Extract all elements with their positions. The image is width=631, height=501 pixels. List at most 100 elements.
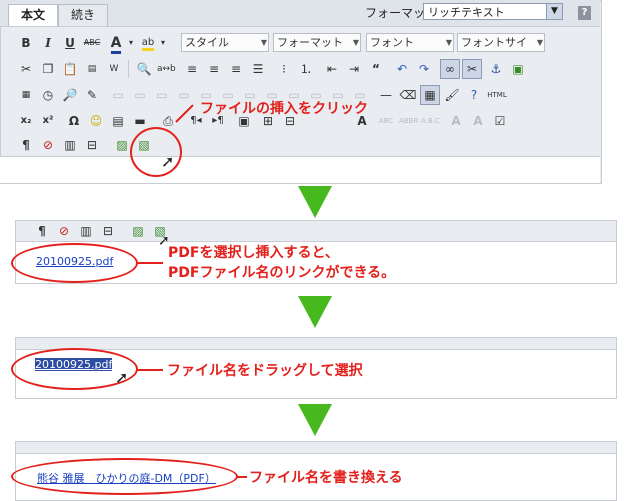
toolbar-separator <box>128 60 129 78</box>
edit-icon[interactable]: ✎ <box>82 85 102 105</box>
format-select-value: リッチテキスト <box>428 6 505 19</box>
numbered-list-icon[interactable]: ⒈ <box>296 59 316 79</box>
chevron-down-icon: ▼ <box>445 38 452 47</box>
calendar-icon[interactable]: ▦ <box>16 85 36 105</box>
chevron-down-icon[interactable]: ▾ <box>158 33 168 53</box>
split-icon[interactable]: ⊟ <box>82 135 102 155</box>
paste-text-icon[interactable]: ▤ <box>82 59 102 79</box>
ins-icon[interactable]: A <box>468 111 488 131</box>
eraser-icon[interactable]: ⌫ <box>398 85 418 105</box>
bold-icon[interactable]: B <box>16 33 36 53</box>
underline-icon[interactable]: U <box>60 33 80 53</box>
special-char-icon[interactable]: Ω <box>64 111 84 131</box>
chevron-down-icon: ▼ <box>260 38 267 47</box>
format-dropdown[interactable]: フォーマット ▼ <box>273 33 361 52</box>
format-select[interactable]: リッチテキスト ▼ <box>423 3 563 20</box>
del-icon[interactable]: A <box>446 111 466 131</box>
horizontal-rule-icon[interactable]: — <box>376 85 396 105</box>
font-size-dropdown[interactable]: フォントサイ ▼ <box>457 33 545 52</box>
paste-icon[interactable]: 📋 <box>60 59 80 79</box>
tab-body[interactable]: 本文 <box>8 4 58 26</box>
emoticon-icon[interactable]: ☺ <box>86 111 106 131</box>
editor-content-area[interactable] <box>0 156 600 183</box>
anchor-icon[interactable]: ⚓ <box>486 59 506 79</box>
align-left-icon[interactable]: ≡ <box>182 59 202 79</box>
style-dropdown[interactable]: スタイル ▼ <box>181 33 269 52</box>
text-color-icon[interactable]: A <box>106 33 126 54</box>
pagebreak-icon[interactable]: ▥ <box>76 221 96 241</box>
arrow-down-icon <box>298 404 332 436</box>
copy-icon[interactable]: ❐ <box>38 59 58 79</box>
arrow-down-icon <box>298 296 332 328</box>
cut-icon[interactable]: ✂ <box>16 59 36 79</box>
preview-icon[interactable]: 🔎 <box>60 85 80 105</box>
strikethrough-icon[interactable]: ABC <box>82 33 102 53</box>
align-center-icon[interactable]: ≡ <box>204 59 224 79</box>
help-icon[interactable]: ? <box>464 85 484 105</box>
callout-leader <box>137 369 163 371</box>
blockquote-icon[interactable]: “ <box>366 59 386 79</box>
superscript-icon[interactable]: x² <box>38 111 58 131</box>
paragraph-icon[interactable]: ¶ <box>32 221 52 241</box>
highlight-ring-renamed-link <box>11 458 238 495</box>
help-button[interactable]: ? <box>578 6 591 20</box>
paragraph-icon[interactable]: ¶ <box>16 135 36 155</box>
attribs-icon[interactable]: A.B.C <box>420 111 440 131</box>
callout-leader <box>137 262 163 264</box>
editor-panel-toolbar: 本文 続き フォーマット: リッチテキスト ▼ ? B I U ABC A ▾ … <box>0 0 602 184</box>
image-icon[interactable]: ▣ <box>508 59 528 79</box>
editor-tabs: 本文 続き フォーマット: リッチテキスト ▼ ? <box>0 0 600 27</box>
toolbar-strip <box>16 338 616 350</box>
replace-icon[interactable]: a↔b <box>156 59 176 79</box>
callout-step-3: ファイル名をドラッグして選択 <box>167 363 363 379</box>
acronym-icon[interactable]: ABBR <box>398 111 418 131</box>
callout-step-4: ファイル名を書き換える <box>249 470 403 486</box>
arrow-down-icon <box>298 186 332 218</box>
style-dropdown-label: スタイル <box>185 36 229 49</box>
font-dropdown-label: フォント <box>370 36 414 49</box>
unlink-icon[interactable]: ✂ <box>462 59 482 79</box>
callout-step-1: ファイルの挿入をクリック <box>200 101 368 117</box>
align-justify-icon[interactable]: ☰ <box>248 59 268 79</box>
outdent-icon[interactable]: ⇤ <box>322 59 342 79</box>
subscript-icon[interactable]: x₂ <box>16 111 36 131</box>
insert-image-icon[interactable]: ▨ <box>128 221 148 241</box>
redo-icon[interactable]: ↷ <box>414 59 434 79</box>
cursor-icon: ➚ <box>158 233 170 249</box>
clock-icon[interactable]: ◷ <box>38 85 58 105</box>
tab-continued[interactable]: 続き <box>58 4 108 26</box>
cursor-icon: ➚ <box>161 152 175 171</box>
toolbar-strip: ¶ ⊘ ▥ ⊟ ▨ ▧ <box>16 221 616 242</box>
media-icon[interactable]: ▤ <box>108 111 128 131</box>
align-right-icon[interactable]: ≡ <box>226 59 246 79</box>
italic-icon[interactable]: I <box>38 33 58 53</box>
nonbreaking-icon[interactable]: ⊘ <box>38 135 58 155</box>
visual-aid-icon[interactable]: ☑ <box>490 111 510 131</box>
table-split-icon[interactable]: ▭ <box>174 85 194 105</box>
font-dropdown[interactable]: フォント ▼ <box>366 33 454 52</box>
brush-icon[interactable]: 🖌 <box>442 85 462 105</box>
html-icon[interactable]: HTML <box>486 85 508 105</box>
chevron-down-icon: ▼ <box>536 38 543 47</box>
indent-icon[interactable]: ⇥ <box>344 59 364 79</box>
split-icon[interactable]: ⊟ <box>98 221 118 241</box>
callout-step-2-line-2: PDFファイル名のリンクができる。 <box>168 265 396 281</box>
table-row-icon[interactable]: ▭ <box>108 85 128 105</box>
insert-image-icon[interactable]: ▨ <box>112 135 132 155</box>
paste-word-icon[interactable]: W <box>104 59 124 79</box>
font-size-dropdown-label: フォントサイ <box>461 36 527 49</box>
toolbar-strip <box>16 442 616 454</box>
chevron-down-icon[interactable]: ▾ <box>126 33 136 53</box>
callout-leader <box>237 476 247 478</box>
bulleted-list-icon[interactable]: ⁝ <box>274 59 294 79</box>
undo-icon[interactable]: ↶ <box>392 59 412 79</box>
highlight-color-icon[interactable]: ab <box>138 33 158 53</box>
pagebreak-icon[interactable]: ▥ <box>60 135 80 155</box>
table-cell-icon[interactable]: ▭ <box>152 85 172 105</box>
abbr-icon[interactable]: ABC <box>376 111 396 131</box>
find-icon[interactable]: 🔍 <box>134 59 154 79</box>
table-col-icon[interactable]: ▭ <box>130 85 150 105</box>
link-icon[interactable]: ∞ <box>440 59 460 79</box>
nonbreaking-icon[interactable]: ⊘ <box>54 221 74 241</box>
table-icon[interactable]: ▦ <box>420 85 440 105</box>
